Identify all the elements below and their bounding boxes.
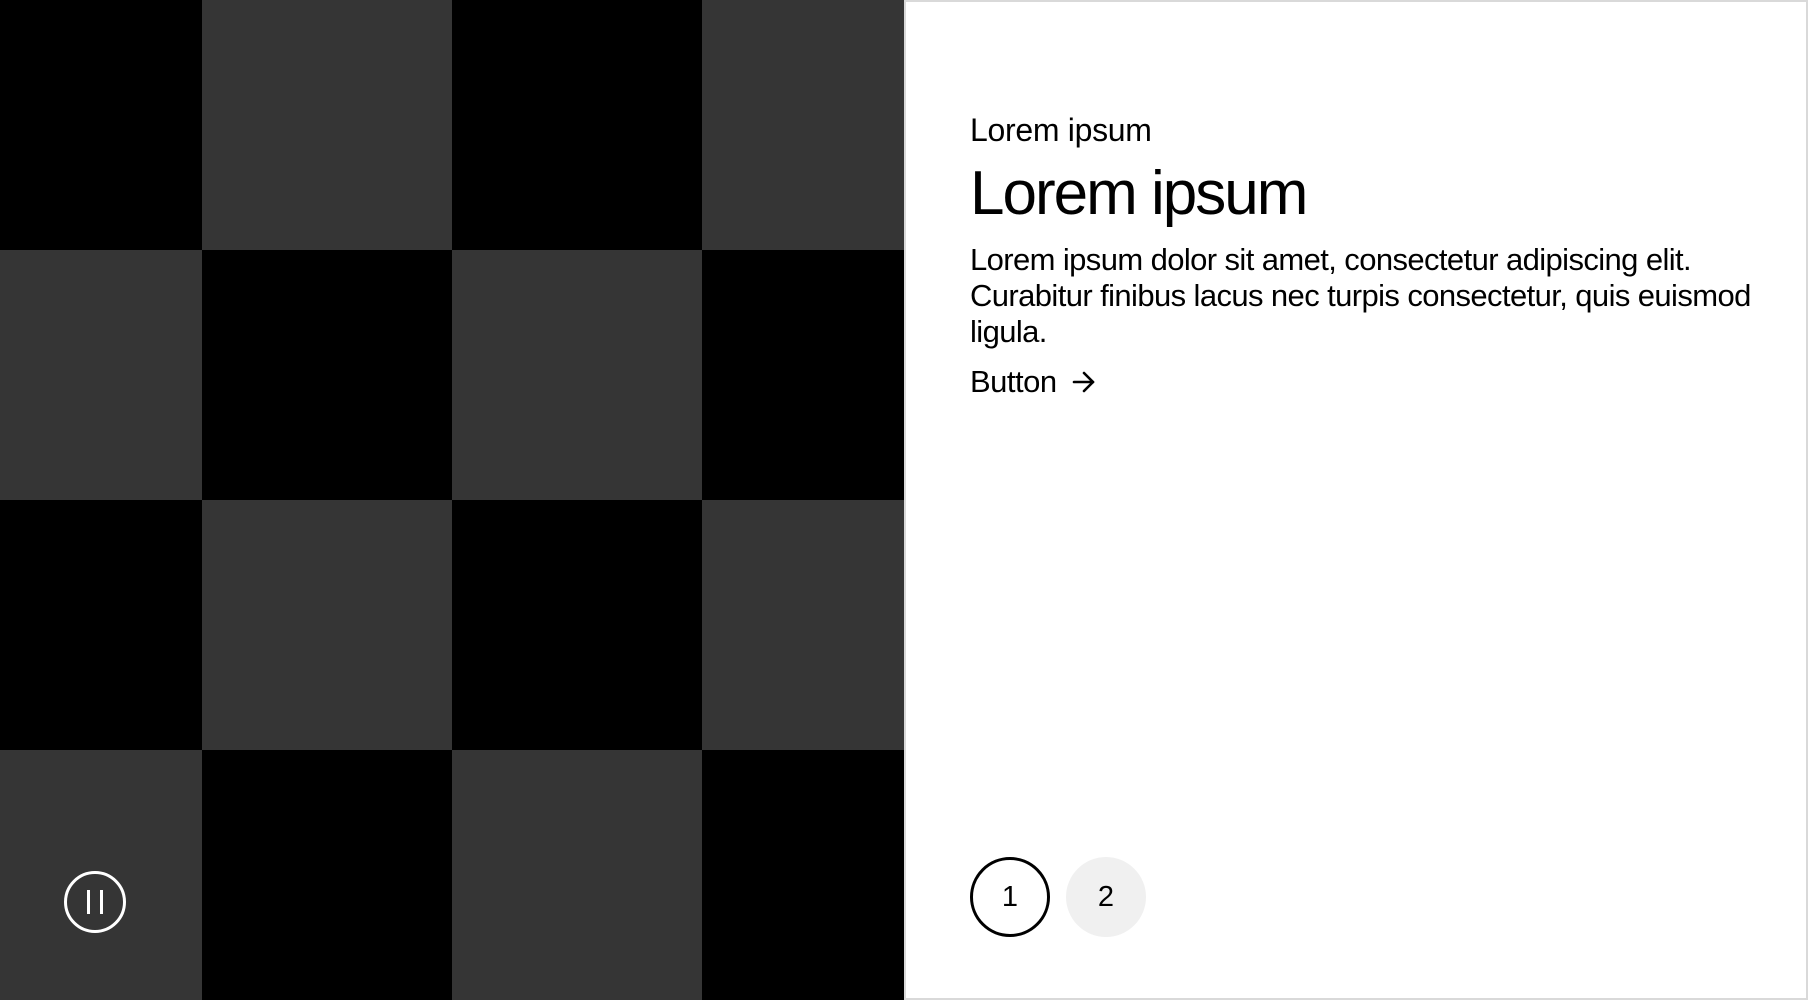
content-panel: Lorem ipsum Lorem ipsum Lorem ipsum dolo… <box>904 0 1808 1000</box>
cta-button-label: Button <box>970 364 1057 399</box>
text-block: Lorem ipsum Lorem ipsum Lorem ipsum dolo… <box>970 110 1760 402</box>
slide-heading: Lorem ipsum <box>970 159 1308 228</box>
media-panel <box>0 0 904 1000</box>
carousel-slide: Lorem ipsum Lorem ipsum Lorem ipsum dolo… <box>0 0 1808 1000</box>
page-button-1[interactable]: 1 <box>970 857 1050 937</box>
pagination: 1 2 <box>970 857 1146 937</box>
slide-body-text: Lorem ipsum dolor sit amet, consectetur … <box>970 242 1751 349</box>
cta-button[interactable]: Button <box>970 362 1097 402</box>
pause-button[interactable] <box>64 871 126 933</box>
page-button-2[interactable]: 2 <box>1066 857 1146 937</box>
checkerboard-image <box>0 0 904 1000</box>
pause-icon <box>87 890 103 914</box>
arrow-right-icon <box>1072 371 1094 393</box>
eyebrow-text: Lorem ipsum <box>970 112 1152 148</box>
